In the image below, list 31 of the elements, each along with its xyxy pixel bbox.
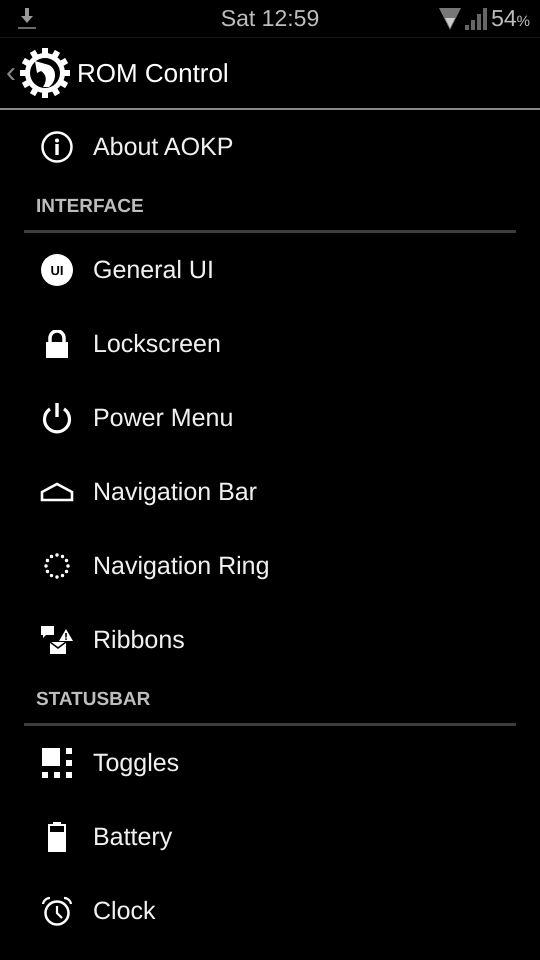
power-icon	[41, 402, 73, 434]
ui-icon: UI	[41, 254, 73, 286]
download-icon	[18, 8, 36, 30]
clock-time: Sat 12:59	[220, 5, 320, 32]
ring-icon	[43, 552, 71, 580]
logo-icon	[19, 47, 71, 99]
settings-item[interactable]: UI General UI	[0, 233, 540, 307]
notifications-icon	[41, 626, 73, 654]
settings-item[interactable]: Ribbons	[0, 603, 540, 677]
settings-item[interactable]: Clock	[0, 874, 540, 948]
settings-item[interactable]: About AOKP	[0, 110, 540, 184]
grid-icon	[42, 748, 72, 778]
back-button[interactable]: ‹	[5, 56, 17, 90]
section-header: STATUSBAR	[36, 689, 150, 711]
section-header: INTERFACE	[36, 196, 144, 218]
battery-icon	[48, 822, 66, 852]
settings-item[interactable]: Toggles	[0, 726, 540, 800]
lock-icon	[45, 330, 69, 358]
info-icon	[41, 131, 73, 163]
battery-percent: 54	[491, 5, 517, 31]
settings-item[interactable]: Battery	[0, 800, 540, 874]
home-icon	[40, 482, 74, 502]
signal-icon	[465, 8, 488, 30]
wifi-icon	[439, 8, 462, 30]
settings-item[interactable]: Power Menu	[0, 381, 540, 455]
settings-item[interactable]: Navigation Bar	[0, 455, 540, 529]
settings-item[interactable]: Navigation Ring	[0, 529, 540, 603]
settings-item[interactable]: Lockscreen	[0, 307, 540, 381]
app-title: ROM Control	[77, 58, 229, 88]
alarm-clock-icon	[41, 896, 73, 926]
percent-sign: %	[516, 13, 530, 30]
